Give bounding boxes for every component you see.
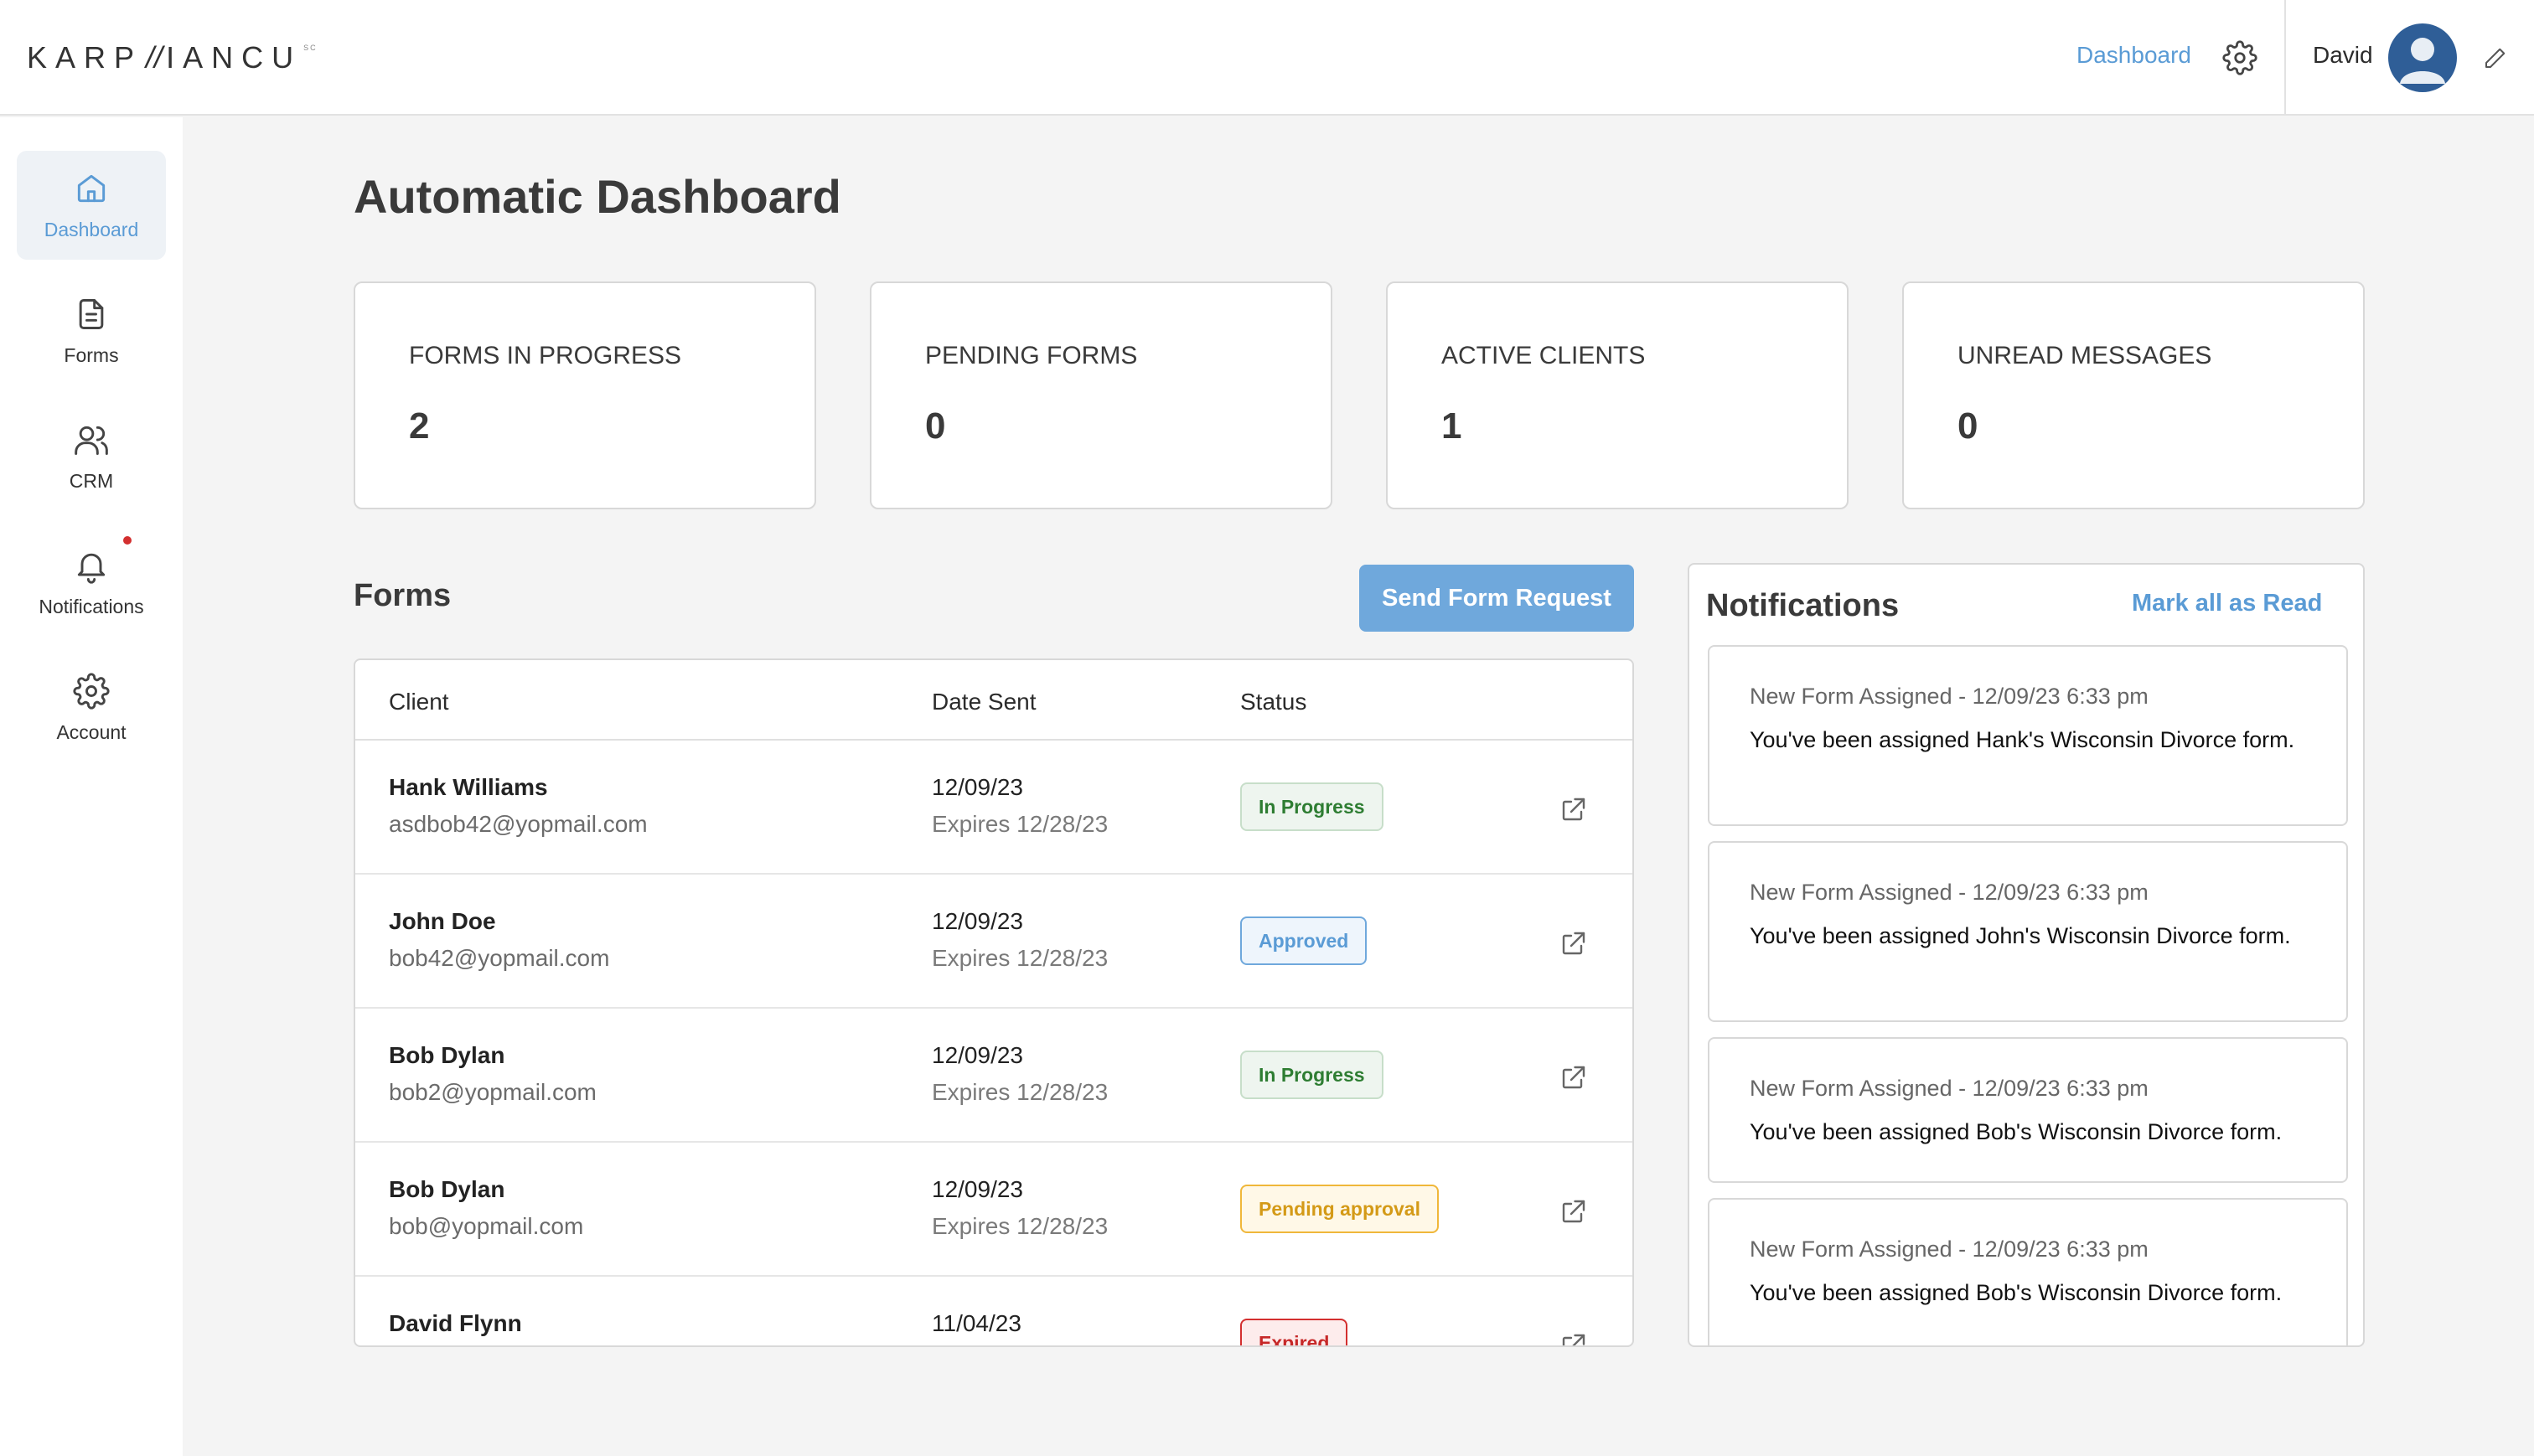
- forms-section-title: Forms: [354, 578, 452, 613]
- date-sent: 12/09/23: [932, 1176, 1023, 1202]
- client-name: John Doe: [389, 908, 496, 934]
- sidebar-item-label: Notifications: [39, 595, 144, 617]
- stat-label: FORMS IN PROGRESS: [409, 342, 682, 369]
- sidebar: Dashboard Forms CRM Notifications Accoun…: [0, 117, 183, 1456]
- date-sent: 12/09/23: [932, 774, 1023, 800]
- notifications-panel: Notifications Mark all as Read New Form …: [1688, 563, 2365, 1347]
- expiry-date: Expires 12/28/23: [932, 1213, 1109, 1239]
- table-row[interactable]: David Flynn 11/04/23 Expired: [355, 1277, 1632, 1347]
- notification-text: You've been assigned Hank's Wisconsin Di…: [1750, 727, 2295, 752]
- table-row[interactable]: Bob Dylan bob2@yopmail.com 12/09/23 Expi…: [355, 1009, 1632, 1143]
- stat-card-pending-forms: PENDING FORMS 0: [870, 281, 1332, 509]
- client-name: Hank Williams: [389, 774, 548, 800]
- notification-text: You've been assigned John's Wisconsin Di…: [1750, 923, 2291, 948]
- table-row[interactable]: John Doe bob42@yopmail.com 12/09/23 Expi…: [355, 875, 1632, 1009]
- stat-label: UNREAD MESSAGES: [1957, 342, 2212, 369]
- notification-card[interactable]: New Form Assigned - 12/09/23 6:33 pm You…: [1708, 1037, 2348, 1183]
- company-logo[interactable]: KARP // IANCU SC: [27, 40, 318, 77]
- client-email: bob2@yopmail.com: [389, 1079, 597, 1105]
- notification-dot: [123, 536, 132, 545]
- logo-text-tail: IANCU: [166, 40, 303, 75]
- stat-card-forms-in-progress: FORMS IN PROGRESS 2: [354, 281, 816, 509]
- client-name: Bob Dylan: [389, 1042, 505, 1068]
- client-email: asdbob42@yopmail.com: [389, 811, 648, 837]
- notification-card[interactable]: New Form Assigned - 12/09/23 6:33 pm You…: [1708, 645, 2348, 826]
- notification-card[interactable]: New Form Assigned - 12/09/23 6:33 pm You…: [1708, 1198, 2348, 1345]
- bell-icon: [77, 553, 106, 584]
- table-header: Client Date Sent Status: [355, 660, 1632, 741]
- gear-icon: [73, 672, 110, 710]
- stat-label: ACTIVE CLIENTS: [1441, 342, 1646, 369]
- page-title: Automatic Dashboard: [354, 170, 841, 223]
- status-badge: Expired: [1240, 1319, 1348, 1345]
- user-name[interactable]: David: [2313, 42, 2373, 69]
- send-form-request-button[interactable]: Send Form Request: [1359, 565, 1634, 632]
- open-external-icon[interactable]: [1559, 1330, 1589, 1347]
- sidebar-item-label: CRM: [69, 469, 114, 492]
- date-sent: 12/09/23: [932, 1042, 1023, 1068]
- open-external-icon[interactable]: [1559, 1196, 1589, 1226]
- document-icon: [79, 298, 104, 329]
- sidebar-item-label: Account: [56, 720, 127, 743]
- stat-card-unread-messages: UNREAD MESSAGES 0: [1902, 281, 2365, 509]
- client-email: bob42@yopmail.com: [389, 945, 610, 971]
- logo-slash: //: [146, 40, 163, 75]
- stat-value: 0: [1957, 405, 1978, 447]
- logo-superscript: SC: [303, 44, 318, 52]
- column-header-date-sent: Date Sent: [932, 689, 1037, 715]
- notification-meta: New Form Assigned - 12/09/23 6:33 pm: [1750, 1076, 2149, 1101]
- top-header: KARP // IANCU SC Dashboard David: [0, 0, 2534, 116]
- notification-card[interactable]: New Form Assigned - 12/09/23 6:33 pm You…: [1708, 841, 2348, 1022]
- pencil-icon[interactable]: [2482, 46, 2507, 71]
- status-badge: In Progress: [1240, 1051, 1383, 1099]
- stat-label: PENDING FORMS: [925, 342, 1138, 369]
- status-badge: Pending approval: [1240, 1185, 1439, 1233]
- sidebar-item-crm[interactable]: CRM: [17, 402, 166, 511]
- column-header-status: Status: [1240, 689, 1307, 715]
- header-dashboard-link[interactable]: Dashboard: [2076, 42, 2191, 69]
- date-sent: 12/09/23: [932, 908, 1023, 934]
- forms-table: Client Date Sent Status Hank Williams as…: [354, 658, 1634, 1347]
- logo-text-main: KARP: [27, 40, 143, 75]
- open-external-icon[interactable]: [1559, 794, 1589, 824]
- sidebar-item-label: Forms: [64, 343, 119, 366]
- notification-text: You've been assigned Bob's Wisconsin Div…: [1750, 1280, 2283, 1305]
- user-silhouette-icon: [2400, 38, 2445, 84]
- table-row[interactable]: Bob Dylan bob@yopmail.com 12/09/23 Expir…: [355, 1143, 1632, 1277]
- home-icon: [77, 174, 106, 202]
- mark-all-read-link[interactable]: Mark all as Read: [2132, 590, 2322, 617]
- expiry-date: Expires 12/28/23: [932, 945, 1109, 971]
- notification-text: You've been assigned Bob's Wisconsin Div…: [1750, 1119, 2283, 1144]
- expiry-date: Expires 12/28/23: [932, 811, 1109, 837]
- open-external-icon[interactable]: [1559, 928, 1589, 958]
- sidebar-item-notifications[interactable]: Notifications: [17, 528, 166, 637]
- users-icon: [75, 426, 108, 455]
- sidebar-item-account[interactable]: Account: [17, 653, 166, 762]
- gear-icon[interactable]: [2222, 40, 2257, 75]
- stat-value: 2: [409, 405, 430, 447]
- notification-meta: New Form Assigned - 12/09/23 6:33 pm: [1750, 1237, 2149, 1262]
- column-header-client: Client: [389, 689, 449, 715]
- header-divider: [2284, 0, 2286, 116]
- notifications-title: Notifications: [1706, 588, 1900, 623]
- client-name: David Flynn: [389, 1310, 522, 1336]
- open-external-icon[interactable]: [1559, 1062, 1589, 1092]
- stat-card-active-clients: ACTIVE CLIENTS 1: [1386, 281, 1849, 509]
- client-email: bob@yopmail.com: [389, 1213, 584, 1239]
- avatar[interactable]: [2388, 23, 2457, 92]
- table-row[interactable]: Hank Williams asdbob42@yopmail.com 12/09…: [355, 741, 1632, 875]
- stat-value: 0: [925, 405, 946, 447]
- status-badge: In Progress: [1240, 782, 1383, 831]
- date-sent: 11/04/23: [932, 1310, 1021, 1336]
- sidebar-item-forms[interactable]: Forms: [17, 276, 166, 385]
- notification-meta: New Form Assigned - 12/09/23 6:33 pm: [1750, 684, 2149, 709]
- sidebar-item-label: Dashboard: [44, 218, 139, 240]
- sidebar-item-dashboard[interactable]: Dashboard: [17, 151, 166, 260]
- stat-value: 1: [1441, 405, 1462, 447]
- expiry-date: Expires 12/28/23: [932, 1079, 1109, 1105]
- client-name: Bob Dylan: [389, 1176, 505, 1202]
- notification-meta: New Form Assigned - 12/09/23 6:33 pm: [1750, 880, 2149, 905]
- status-badge: Approved: [1240, 916, 1368, 965]
